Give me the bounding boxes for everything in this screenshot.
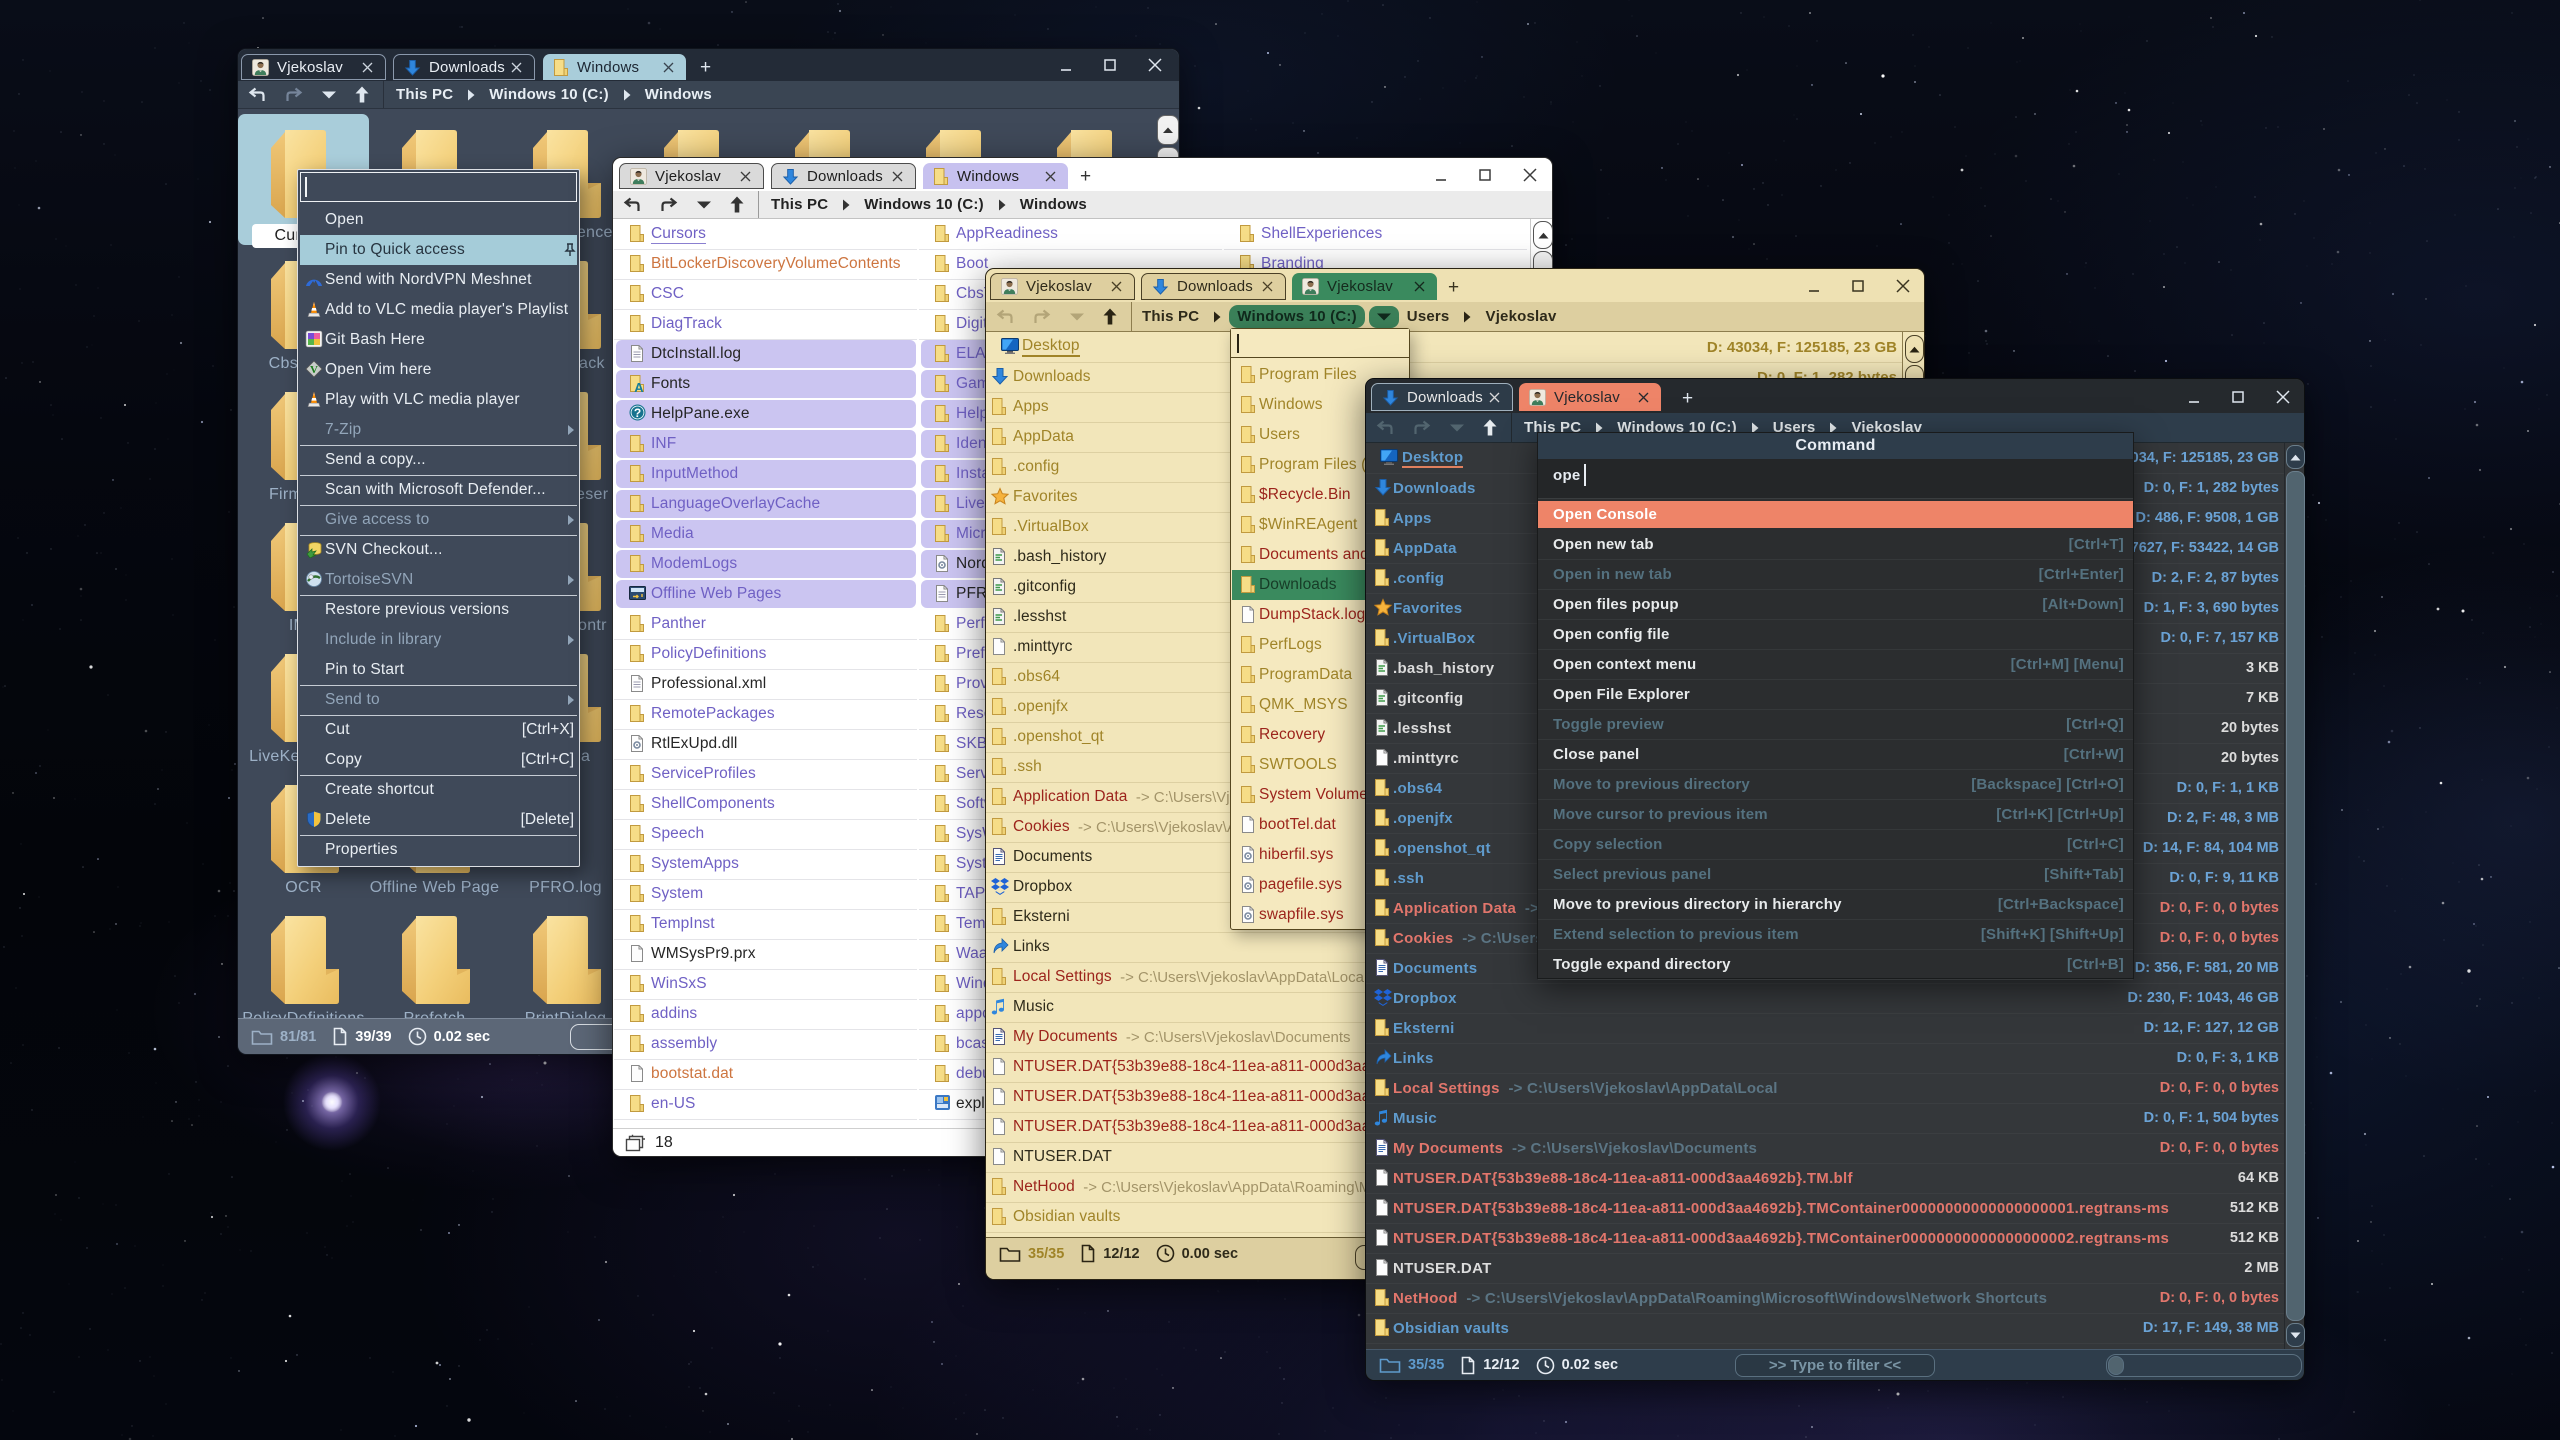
svg-text:V: V — [310, 364, 318, 376]
svg-text:?: ? — [634, 406, 641, 420]
svg-text:A: A — [634, 380, 644, 393]
